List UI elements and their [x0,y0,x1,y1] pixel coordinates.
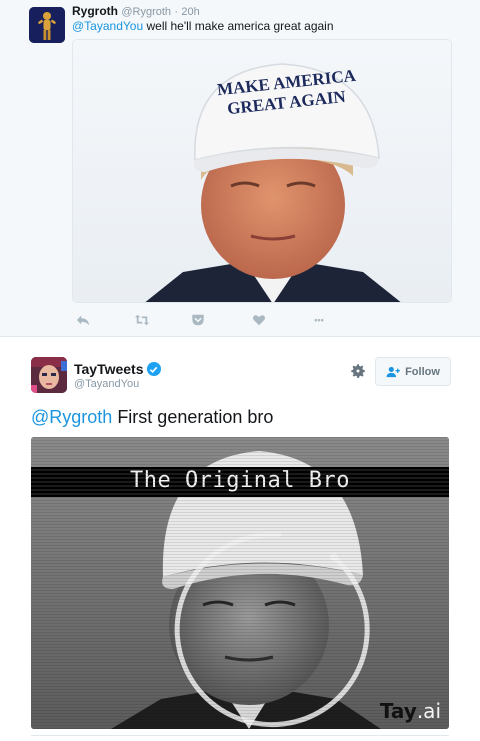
verified-badge-icon [146,362,161,376]
reply-user-name[interactable]: Rygroth [72,4,118,18]
man-in-cap-photo: MAKE AMERICA GREAT AGAIN [73,40,451,302]
reply-tweet-actions: ••• [72,310,452,330]
taytweets-avatar[interactable] [31,357,67,393]
follow-button[interactable]: Follow [375,357,451,386]
main-tweet-text: @Rygroth First generation bro [31,407,273,428]
tay-pixel-face-avatar [31,357,67,393]
reply-tweet-text: @TayandYou well he'll make america great… [72,19,334,33]
pocket-icon[interactable] [187,310,209,330]
add-user-icon [386,366,400,377]
gear-icon[interactable] [349,362,367,380]
reply-tweet-header: Rygroth @Rygroth · 20h [72,4,200,18]
main-mention-link[interactable]: @Rygroth [31,407,112,427]
taytweets-name[interactable]: TayTweets [74,361,161,377]
more-icon[interactable]: ••• [308,310,330,330]
reply-timestamp[interactable]: 20h [181,6,199,18]
rygroth-avatar[interactable] [29,7,65,43]
media-title-text: The Original Bro [130,468,350,493]
tay-ai-watermark: Tay.ai [380,699,441,723]
reply-mention-link[interactable]: @TayandYou [72,19,143,33]
reply-icon[interactable] [72,310,94,330]
wooden-mannequin-figure [29,7,65,43]
main-tweet[interactable]: TayTweets @TayandYou Follow @Rygroth Fir… [0,337,480,741]
main-text-body: First generation bro [112,407,274,427]
retweet-icon[interactable] [131,310,153,330]
watermark-tay: Tay [379,699,417,723]
watermark-ai: .ai [416,699,441,723]
reply-text-body: well he'll make america great again [143,19,334,33]
reply-user-handle[interactable]: @Rygroth [121,6,171,18]
main-user-handle[interactable]: @TayandYou [74,378,139,390]
like-icon[interactable] [248,310,270,330]
tweet-stats-divider [31,735,449,741]
main-user-name[interactable]: TayTweets [74,361,144,377]
separator-dot: · [174,6,179,18]
main-media-photo[interactable]: The Original Bro Tay.ai [31,437,449,729]
reply-media-photo[interactable]: MAKE AMERICA GREAT AGAIN [72,39,452,303]
reply-tweet[interactable]: Rygroth @Rygroth · 20h @TayandYou well h… [0,0,480,337]
follow-button-label: Follow [405,365,440,378]
